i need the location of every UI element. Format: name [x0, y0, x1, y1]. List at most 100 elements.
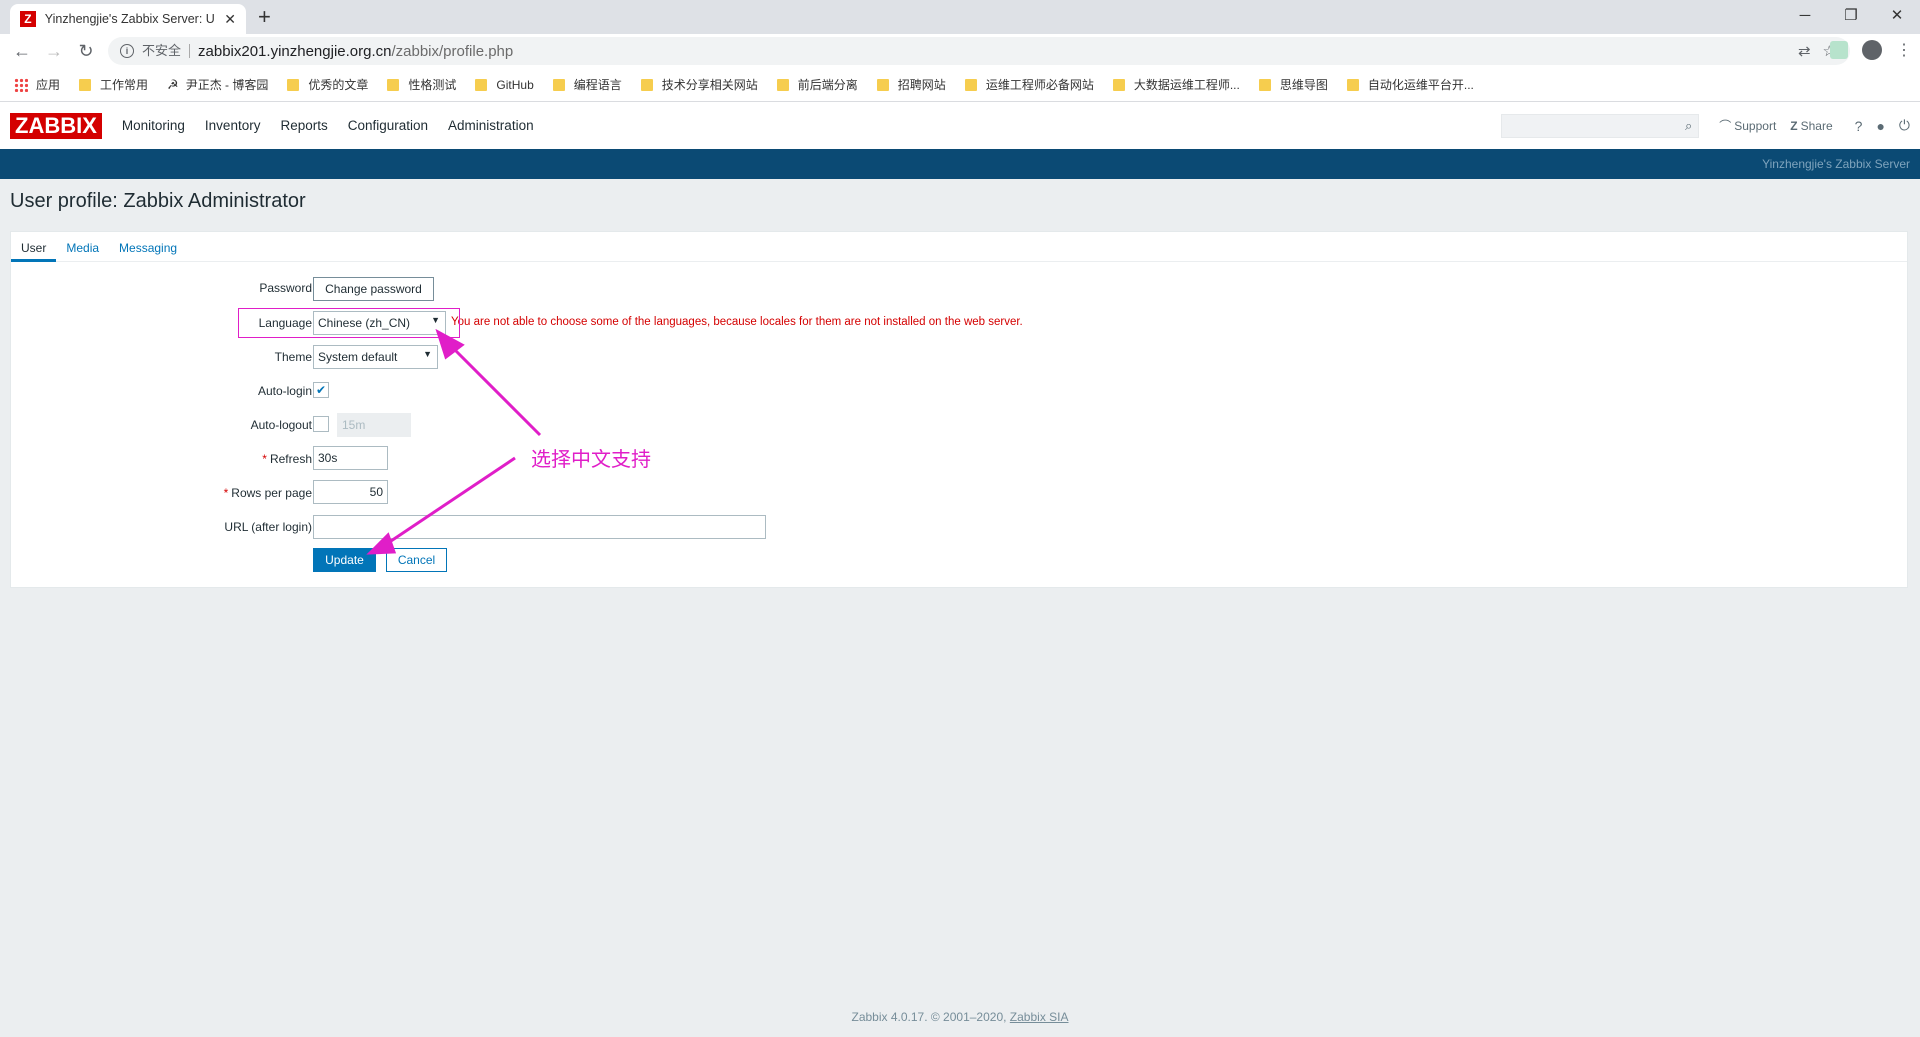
support-label: Support	[1734, 118, 1777, 133]
bookmark-item[interactable]: 工作常用	[79, 76, 148, 93]
menu-inventory[interactable]: Inventory	[195, 118, 271, 133]
back-arrow-icon[interactable]: ←	[6, 41, 38, 62]
folder-icon	[287, 78, 300, 91]
new-tab-icon[interactable]: +	[258, 5, 271, 29]
folder-icon	[964, 78, 977, 91]
bookmark-label: 优秀的文章	[308, 78, 369, 92]
url-after-login-label: URL (after login)	[224, 520, 312, 534]
menu-reports[interactable]: Reports	[270, 118, 337, 133]
translate-icon[interactable]: ⇄	[1798, 42, 1811, 60]
global-search-input[interactable]: ⌕	[1501, 113, 1700, 138]
help-icon[interactable]: ?	[1855, 118, 1863, 134]
bookmark-item[interactable]: ☭ 尹正杰 - 博客园	[167, 76, 268, 93]
footer-link[interactable]: Zabbix SIA	[1010, 1010, 1069, 1024]
browser-tab[interactable]: Z Yinzhengjie's Zabbix Server: U ✕	[10, 4, 246, 34]
server-name-bar: Yinzhengjie's Zabbix Server	[0, 149, 1920, 179]
browser-tab-title: Yinzhengjie's Zabbix Server: U	[44, 12, 215, 26]
url-after-login-input[interactable]	[313, 515, 766, 539]
bookmark-item[interactable]: 运维工程师必备网站	[964, 76, 1094, 93]
change-password-button[interactable]: Change password	[313, 277, 434, 301]
refresh-input[interactable]: 30s	[313, 446, 388, 470]
menu-monitoring[interactable]: Monitoring	[112, 118, 195, 133]
autologin-checkbox[interactable]: ✔	[313, 382, 329, 398]
bookmark-item[interactable]: 招聘网站	[876, 76, 946, 93]
autologin-label: Auto-login	[257, 384, 312, 398]
theme-label: Theme	[274, 350, 312, 364]
dropdown-arrow-icon: ▼	[423, 349, 432, 359]
folder-icon	[387, 78, 400, 91]
folder-icon	[1346, 78, 1359, 91]
restore-icon[interactable]: ❐	[1828, 0, 1874, 30]
profile-avatar-icon[interactable]	[1862, 40, 1882, 60]
language-highlight-box	[238, 308, 460, 338]
user-profile-icon[interactable]: ●	[1876, 118, 1884, 134]
minimize-icon[interactable]: ─	[1782, 0, 1828, 30]
reload-icon[interactable]: ↻	[70, 41, 102, 62]
zabbix-header: ZABBIX Monitoring Inventory Reports Conf…	[0, 102, 1920, 149]
share-link[interactable]: Z Share	[1790, 119, 1832, 133]
folder-icon	[876, 78, 889, 91]
bookmark-item[interactable]: 前后端分离	[776, 76, 858, 93]
zabbix-favicon-icon: Z	[20, 11, 36, 27]
bookmark-label: 编程语言	[573, 78, 622, 92]
update-button[interactable]: Update	[313, 548, 376, 572]
theme-select[interactable]: System default ▼	[313, 345, 438, 369]
rows-per-page-input[interactable]: 50	[313, 480, 388, 504]
folder-icon	[79, 78, 92, 91]
bookmark-label: 技术分享相关网站	[661, 78, 758, 92]
address-bar[interactable]: i 不安全 zabbix201.yinzhengjie.org.cn/zabbi…	[108, 37, 1850, 65]
tab-messaging[interactable]: Messaging	[109, 232, 187, 262]
forward-arrow-icon[interactable]: →	[38, 41, 70, 62]
profile-tabs: User Media Messaging	[11, 232, 1907, 262]
bookmark-apps[interactable]: 应用	[14, 76, 60, 93]
zabbix-logo[interactable]: ZABBIX	[10, 112, 102, 139]
bookmark-item[interactable]: 思维导图	[1258, 76, 1328, 93]
page-title: User profile: Zabbix Administrator	[10, 190, 306, 212]
main-menu: Monitoring Inventory Reports Configurati…	[112, 118, 544, 133]
search-icon[interactable]: ⌕	[1685, 118, 1692, 134]
rows-per-page-label-text: Rows per page	[231, 486, 312, 500]
autologout-checkbox[interactable]	[313, 416, 329, 432]
more-menu-icon[interactable]: ⋮	[1896, 40, 1912, 60]
sign-out-icon[interactable]: ⏻	[1899, 117, 1910, 134]
folder-icon	[776, 78, 789, 91]
folder-icon	[1112, 78, 1125, 91]
footer-text: Zabbix 4.0.17. © 2001–2020,	[851, 1010, 1010, 1024]
support-link[interactable]: ⌒ Support	[1719, 117, 1776, 134]
bookmark-label: 尹正杰 - 博客园	[185, 78, 269, 92]
bookmark-label: 应用	[36, 78, 61, 92]
bookmark-item[interactable]: 自动化运维平台开...	[1346, 76, 1474, 93]
url-path: /zabbix/profile.php	[391, 42, 514, 60]
bookmark-item[interactable]: 优秀的文章	[287, 76, 368, 93]
autologout-label: Auto-logout	[250, 418, 312, 432]
bookmark-item[interactable]: 大数据运维工程师...	[1112, 76, 1240, 93]
security-label[interactable]: 不安全	[142, 44, 191, 58]
info-icon[interactable]: i	[120, 44, 134, 58]
bookmark-item[interactable]: GitHub	[475, 77, 534, 92]
bookmark-item[interactable]: 技术分享相关网站	[640, 76, 758, 93]
headset-icon: ⌒	[1719, 119, 1732, 133]
close-tab-icon[interactable]: ✕	[224, 11, 236, 28]
cancel-button[interactable]: Cancel	[386, 548, 447, 572]
menu-configuration[interactable]: Configuration	[338, 118, 438, 133]
url-text[interactable]: zabbix201.yinzhengjie.org.cn/zabbix/prof…	[198, 43, 513, 60]
folder-icon	[1258, 78, 1271, 91]
checkmark-icon: ✔	[315, 383, 327, 397]
bookmark-label: 自动化运维平台开...	[1367, 78, 1474, 92]
tab-media[interactable]: Media	[56, 232, 109, 262]
menu-administration[interactable]: Administration	[438, 118, 544, 133]
server-name: Yinzhengjie's Zabbix Server	[1762, 157, 1910, 171]
close-window-icon[interactable]: ✕	[1874, 0, 1920, 30]
refresh-label-text: Refresh	[269, 452, 312, 466]
bookmark-item[interactable]: 编程语言	[552, 76, 622, 93]
bookmark-label: GitHub	[496, 77, 534, 92]
rows-per-page-label: * Rows per page	[224, 486, 312, 500]
tab-user[interactable]: User	[11, 232, 57, 262]
share-label: Share	[1800, 118, 1833, 133]
url-host: zabbix201.yinzhengjie.org.cn	[198, 42, 392, 60]
bookmark-item[interactable]: 性格测试	[387, 76, 456, 93]
blog-logo-icon: ☭	[167, 76, 179, 92]
required-mark: *	[223, 486, 229, 500]
extension-icon[interactable]	[1830, 41, 1848, 59]
folder-icon	[475, 78, 488, 91]
